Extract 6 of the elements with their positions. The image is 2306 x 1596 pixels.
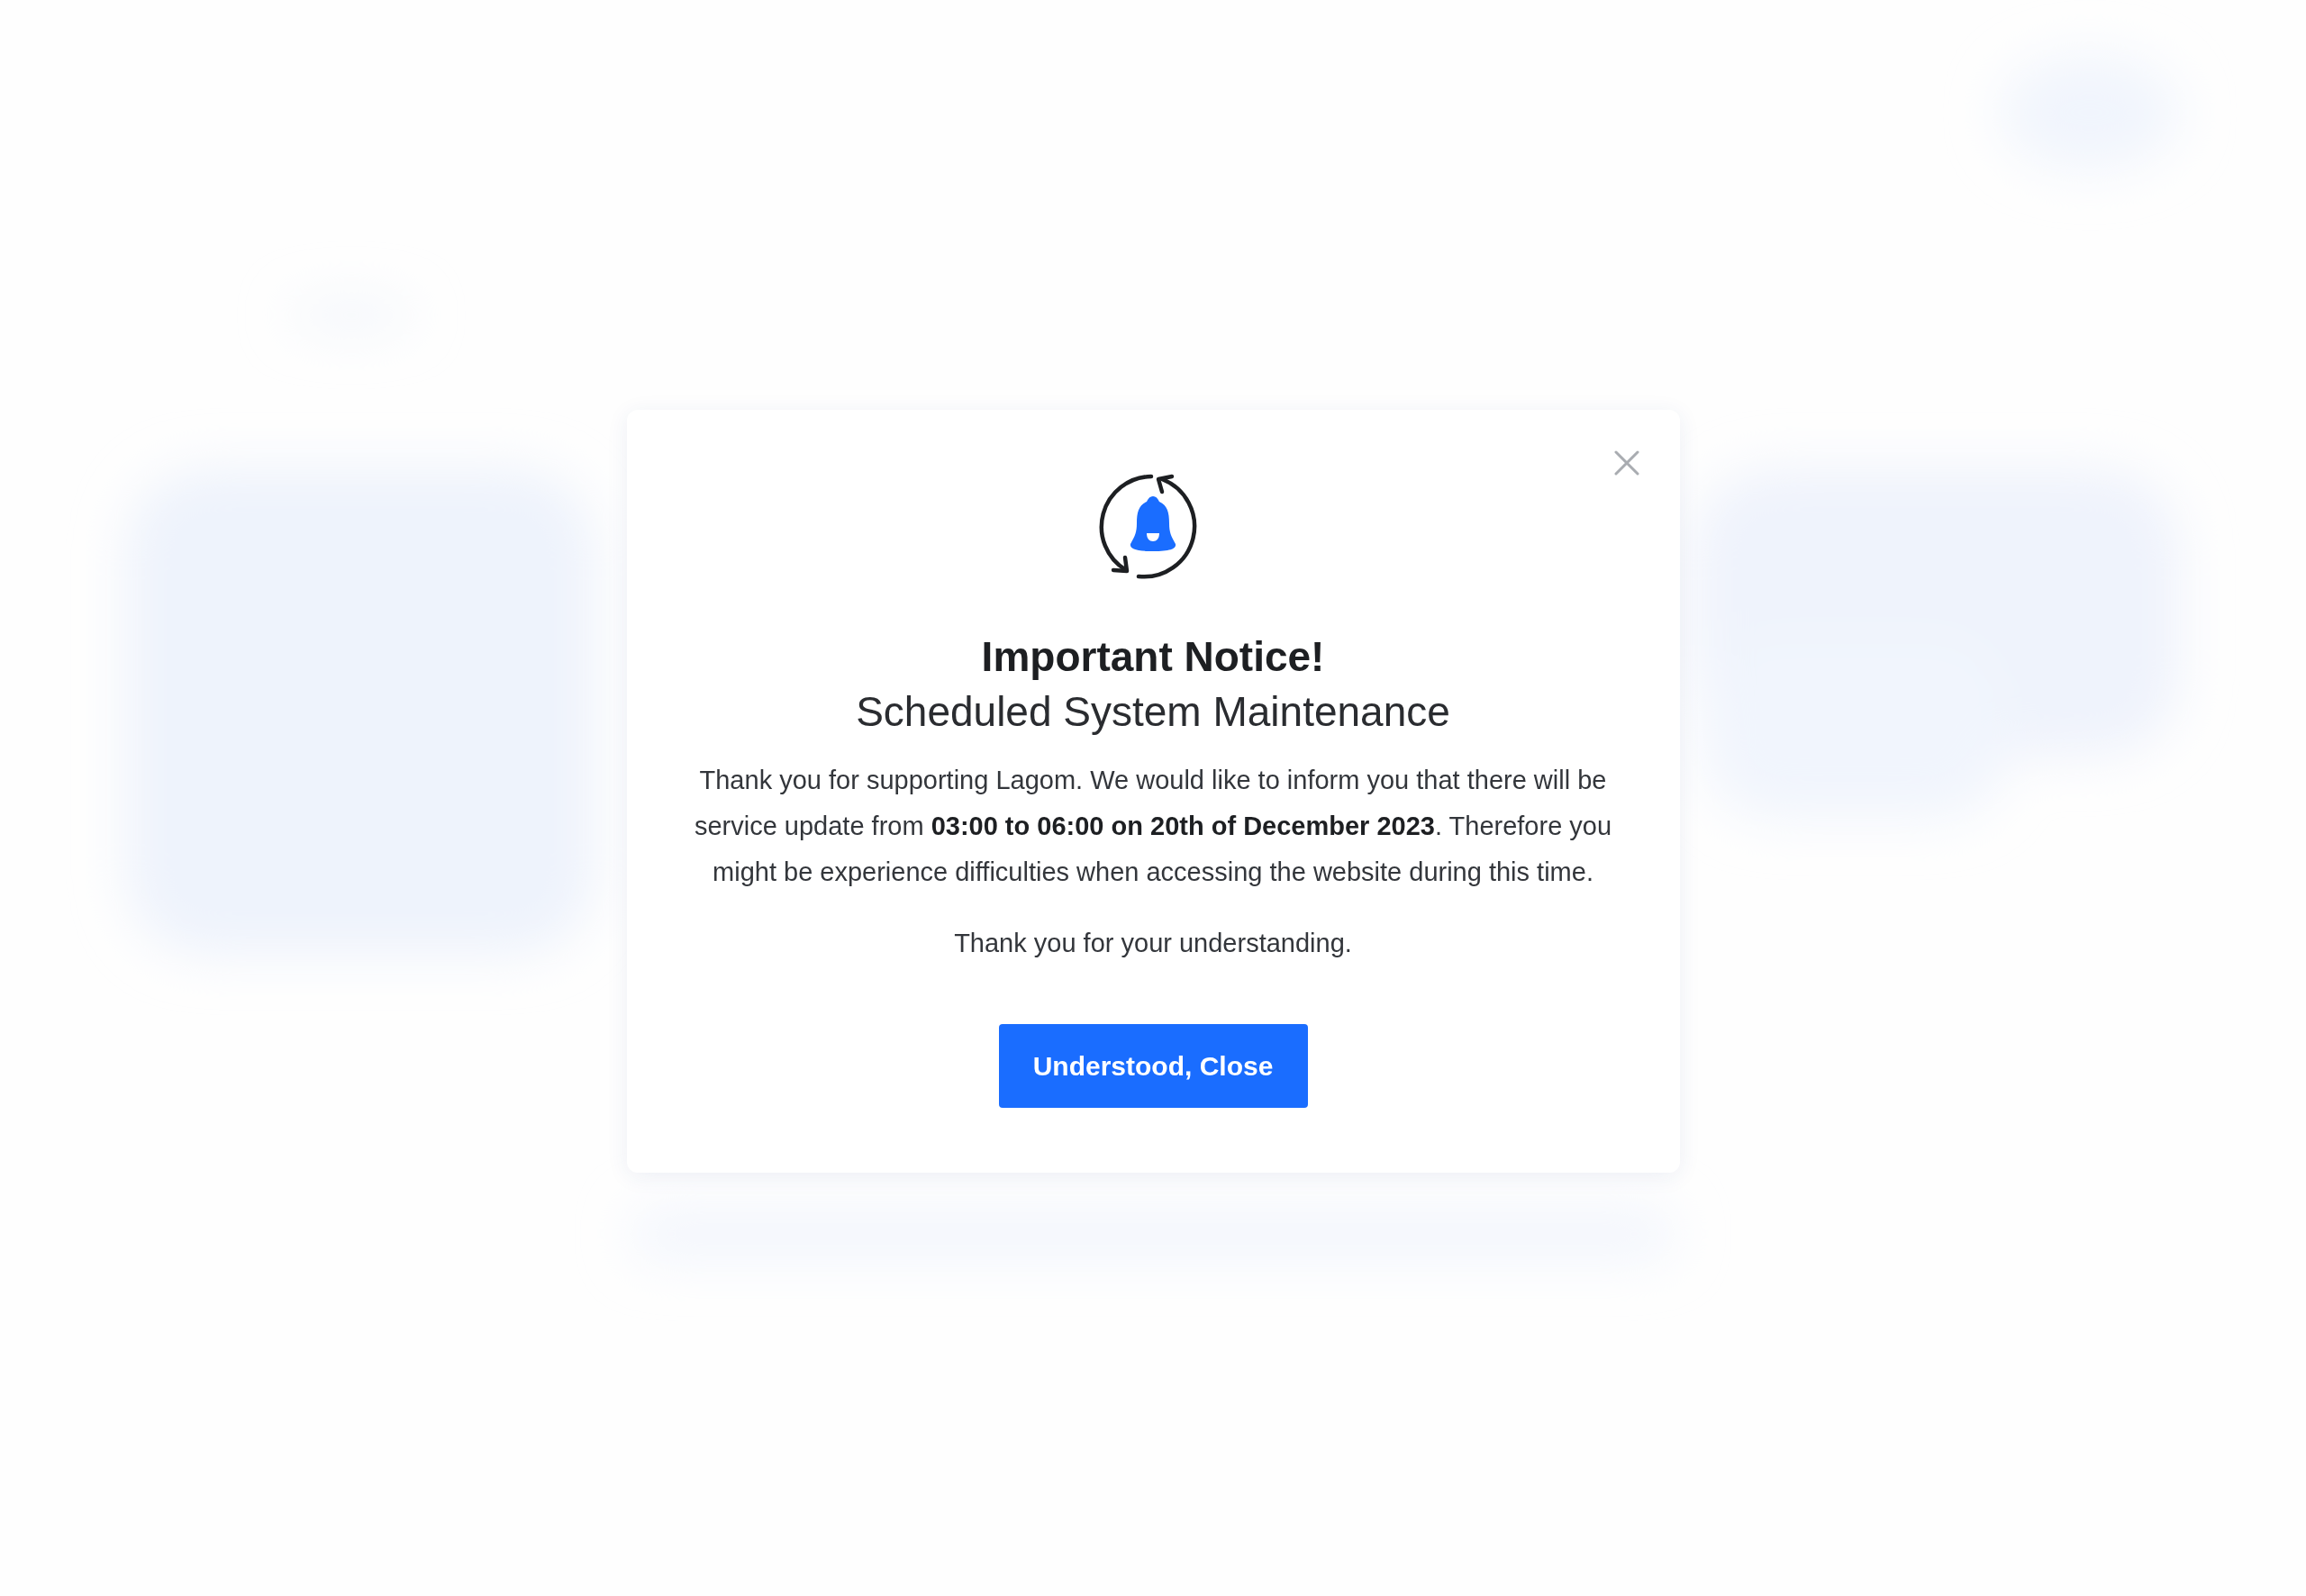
understood-button[interactable]: Understood, Close [998, 1024, 1308, 1108]
dialog-subtitle: Scheduled System Maintenance [856, 687, 1450, 737]
message-text: Thank you for your understanding. [954, 928, 1352, 959]
close-button[interactable] [1612, 449, 1640, 476]
message-text: Thank you for supporting Lagom. We would like to inform you that there will be service update from 03:00 to 06:00 on 20th of December 2023. Therefore you might be experience difficulties when accessing the website during this time. [693, 765, 1613, 888]
dialog-title: Important Notice! [981, 632, 1325, 682]
